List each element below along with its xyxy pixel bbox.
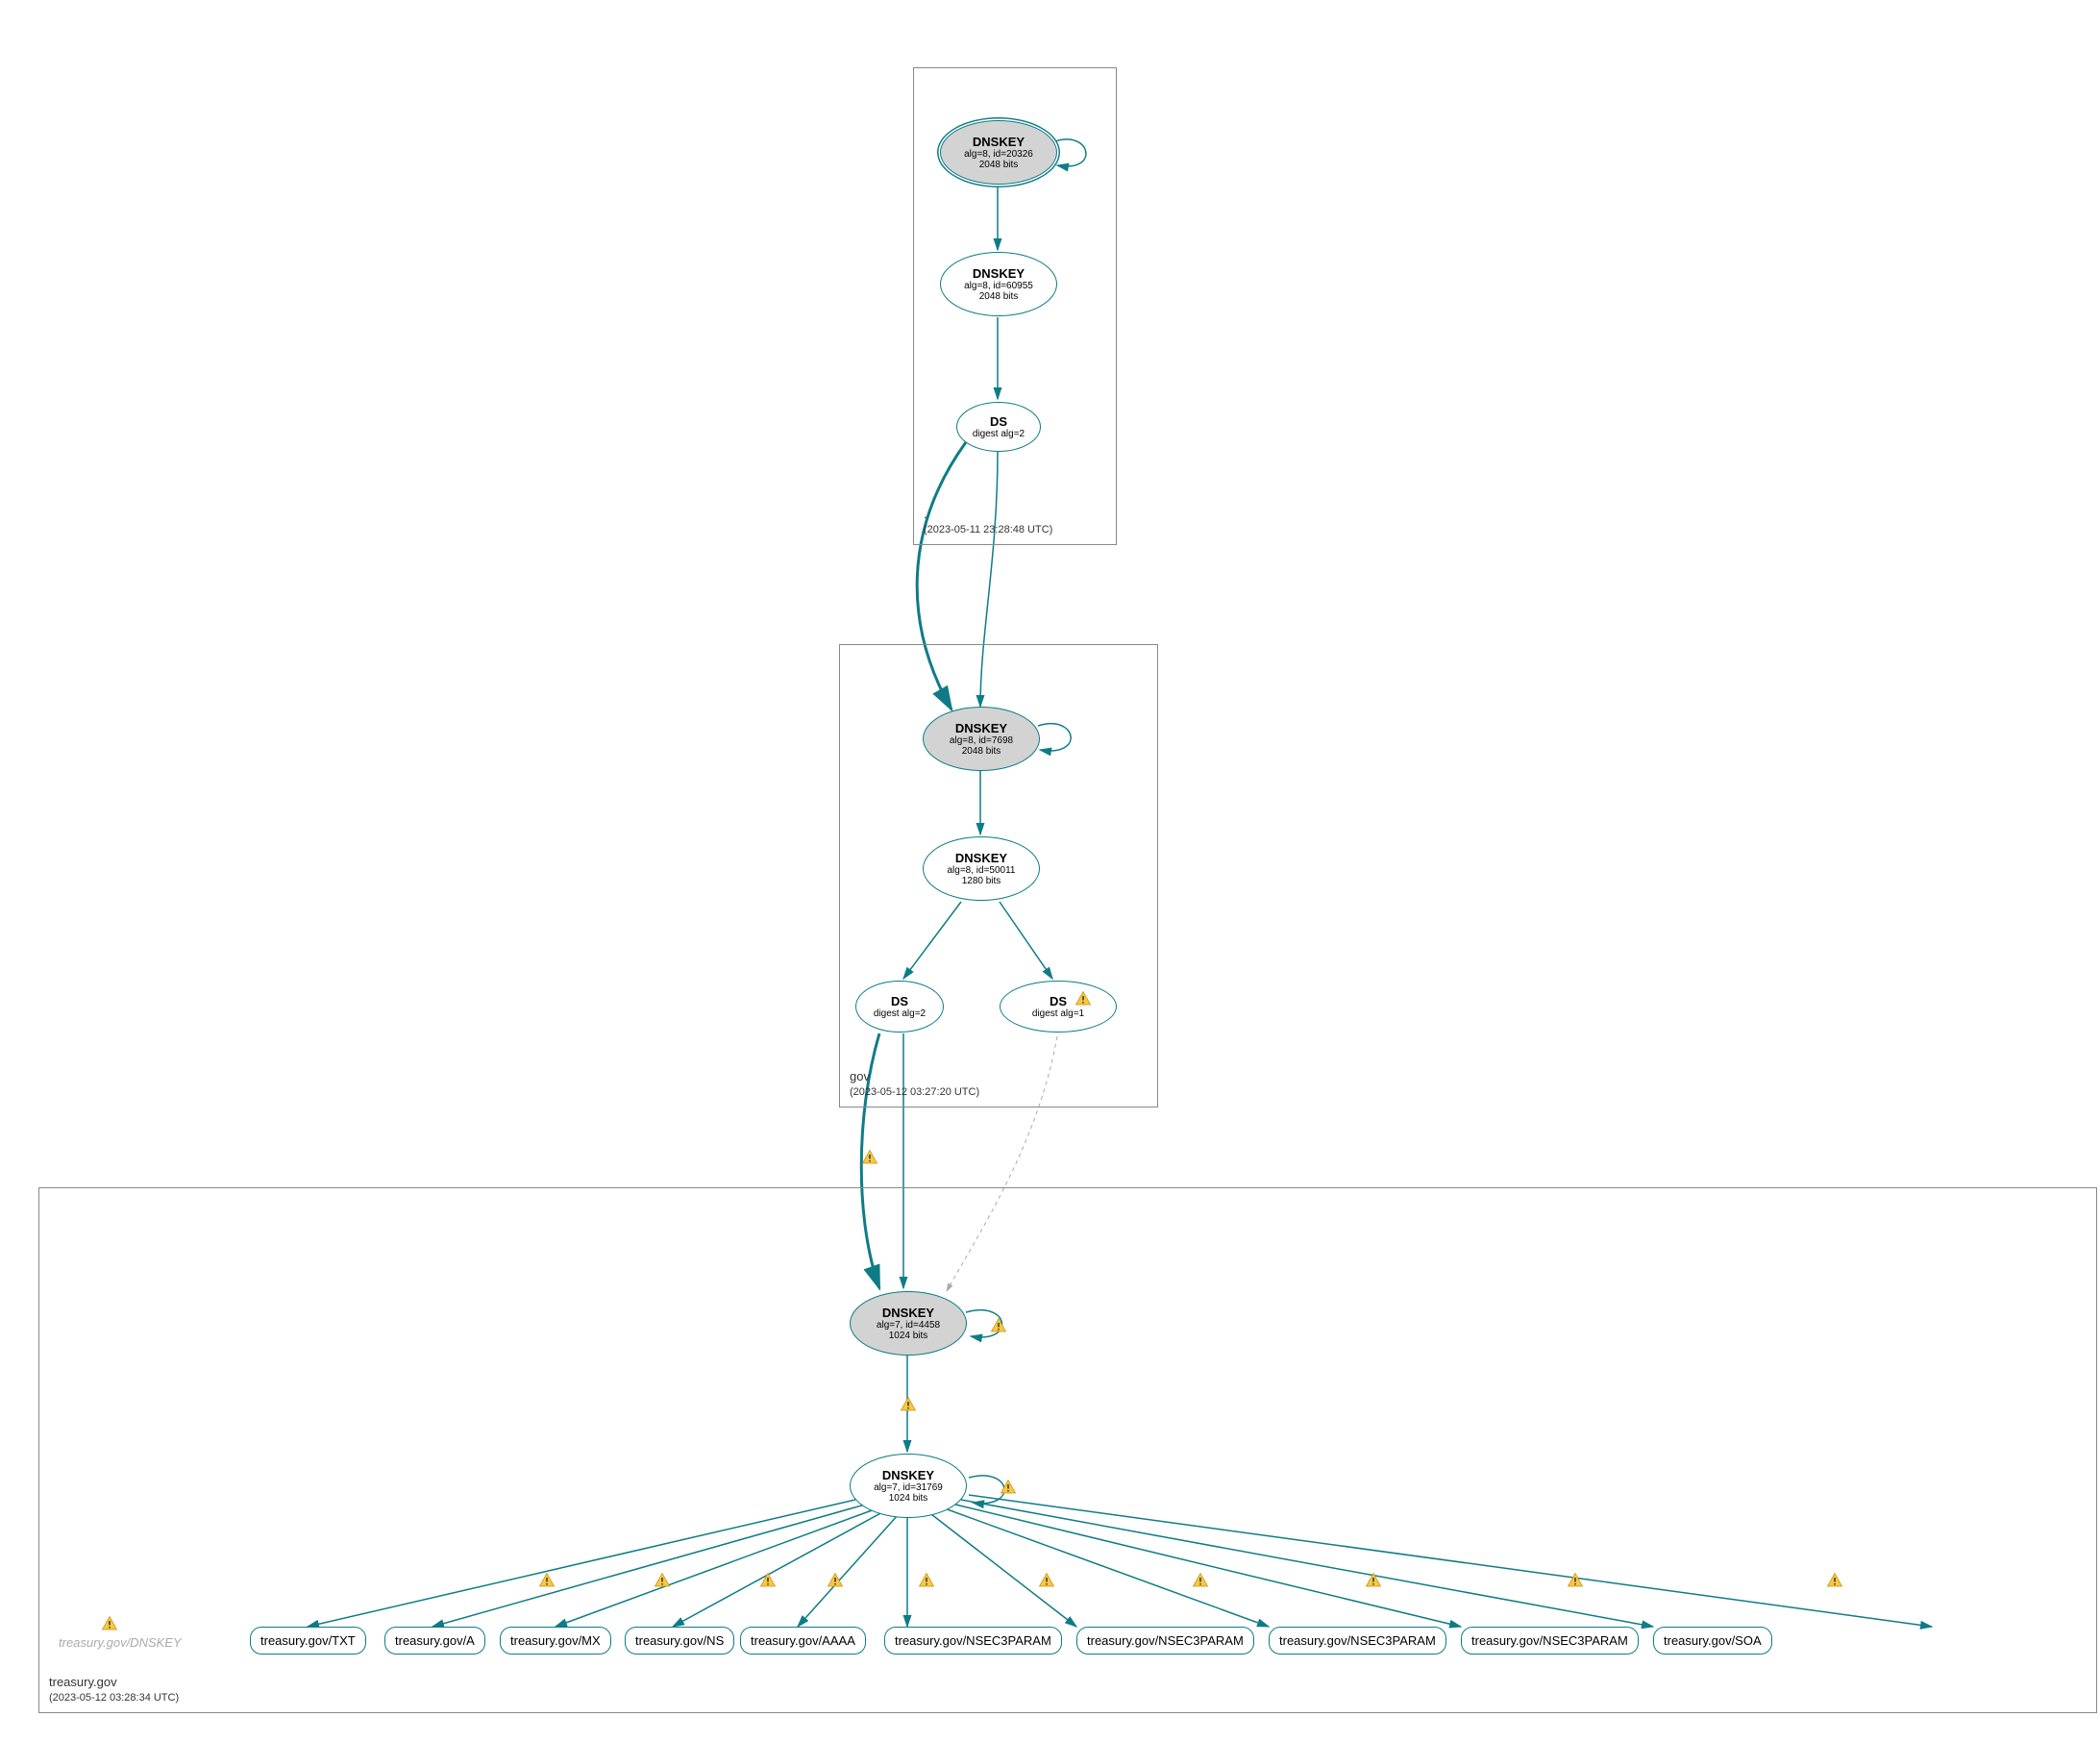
root-zsk-title: DNSKEY xyxy=(973,266,1025,281)
rrset-soa-label: treasury.gov/SOA xyxy=(1664,1633,1762,1648)
gov-ds2-line2: digest alg=1 xyxy=(1032,1008,1084,1019)
zone-root-name: . xyxy=(924,507,1052,523)
warning-icon xyxy=(654,1572,671,1589)
node-gov-zsk[interactable]: DNSKEY alg=8, id=50011 1280 bits xyxy=(923,836,1040,901)
gov-zsk-line3: 1280 bits xyxy=(962,876,1001,886)
rrset-ns-label: treasury.gov/NS xyxy=(635,1633,724,1648)
node-tr-zsk[interactable]: DNSKEY alg=7, id=31769 1024 bits xyxy=(850,1454,967,1518)
root-ksk-title: DNSKEY xyxy=(973,135,1025,149)
zone-gov-time: (2023-05-12 03:27:20 UTC) xyxy=(850,1085,979,1099)
warning-icon xyxy=(990,1317,1007,1334)
rrset-aaaa[interactable]: treasury.gov/AAAA xyxy=(740,1627,866,1655)
node-root-ds[interactable]: DS digest alg=2 xyxy=(956,402,1041,452)
gov-ksk-title: DNSKEY xyxy=(955,721,1007,735)
gov-zsk-line2: alg=8, id=50011 xyxy=(948,865,1016,876)
rrset-n3p3-label: treasury.gov/NSEC3PARAM xyxy=(1279,1633,1436,1648)
warning-icon xyxy=(538,1572,556,1589)
rrset-n3p2-label: treasury.gov/NSEC3PARAM xyxy=(1087,1633,1244,1648)
gov-ds1-line2: digest alg=2 xyxy=(874,1008,926,1019)
node-root-zsk[interactable]: DNSKEY alg=8, id=60955 2048 bits xyxy=(940,252,1057,316)
rrset-ns[interactable]: treasury.gov/NS xyxy=(625,1627,734,1655)
rrset-txt[interactable]: treasury.gov/TXT xyxy=(250,1627,366,1655)
warning-icon xyxy=(101,1615,118,1632)
rrset-n3p2[interactable]: treasury.gov/NSEC3PARAM xyxy=(1076,1627,1254,1655)
rrset-soa[interactable]: treasury.gov/SOA xyxy=(1653,1627,1772,1655)
rrset-mx[interactable]: treasury.gov/MX xyxy=(500,1627,611,1655)
warning-icon xyxy=(900,1396,917,1413)
node-tr-ksk[interactable]: DNSKEY alg=7, id=4458 1024 bits xyxy=(850,1291,967,1356)
warning-icon xyxy=(1192,1572,1209,1589)
rrset-n3p4[interactable]: treasury.gov/NSEC3PARAM xyxy=(1461,1627,1639,1655)
root-ds-title: DS xyxy=(990,414,1007,429)
rrset-a-label: treasury.gov/A xyxy=(395,1633,475,1648)
warning-icon xyxy=(1075,990,1092,1008)
rrset-n3p3[interactable]: treasury.gov/NSEC3PARAM xyxy=(1269,1627,1446,1655)
node-root-ksk[interactable]: DNSKEY alg=8, id=20326 2048 bits xyxy=(940,120,1057,185)
warning-icon xyxy=(759,1572,777,1589)
faded-dnskey-label: treasury.gov/DNSKEY xyxy=(59,1635,182,1652)
tr-ksk-title: DNSKEY xyxy=(882,1306,934,1320)
tr-zsk-line3: 1024 bits xyxy=(889,1493,928,1504)
warning-icon xyxy=(827,1572,844,1589)
node-gov-ds1[interactable]: DS digest alg=2 xyxy=(855,981,944,1033)
zone-treasury-time: (2023-05-12 03:28:34 UTC) xyxy=(49,1691,179,1705)
gov-ksk-line3: 2048 bits xyxy=(962,746,1001,757)
diagram-canvas: . (2023-05-11 23:28:48 UTC) gov (2023-05… xyxy=(19,19,2100,1723)
warning-icon xyxy=(1000,1479,1017,1496)
rrset-n3p4-label: treasury.gov/NSEC3PARAM xyxy=(1471,1633,1628,1648)
tr-zsk-line2: alg=7, id=31769 xyxy=(874,1482,943,1493)
rrset-n3p1[interactable]: treasury.gov/NSEC3PARAM xyxy=(884,1627,1062,1655)
tr-ksk-line3: 1024 bits xyxy=(889,1331,928,1341)
root-ksk-line2: alg=8, id=20326 xyxy=(964,149,1033,160)
warning-icon xyxy=(1365,1572,1382,1589)
warning-icon xyxy=(861,1149,878,1166)
rrset-mx-label: treasury.gov/MX xyxy=(510,1633,601,1648)
gov-ds2-title: DS xyxy=(1050,994,1067,1008)
tr-zsk-title: DNSKEY xyxy=(882,1468,934,1482)
root-ksk-line3: 2048 bits xyxy=(979,160,1019,170)
rrset-a[interactable]: treasury.gov/A xyxy=(384,1627,485,1655)
warning-icon xyxy=(1038,1572,1055,1589)
root-zsk-line3: 2048 bits xyxy=(979,291,1019,302)
root-zsk-line2: alg=8, id=60955 xyxy=(964,281,1033,291)
warning-icon xyxy=(1567,1572,1584,1589)
zone-root-time: (2023-05-11 23:28:48 UTC) xyxy=(924,523,1052,536)
node-gov-ds2[interactable]: DS digest alg=1 xyxy=(1000,981,1117,1033)
rrset-n3p1-label: treasury.gov/NSEC3PARAM xyxy=(895,1633,1051,1648)
zone-gov-name: gov xyxy=(850,1069,979,1085)
zone-treasury-name: treasury.gov xyxy=(49,1675,179,1691)
gov-zsk-title: DNSKEY xyxy=(955,851,1007,865)
warning-icon xyxy=(1826,1572,1843,1589)
root-ds-line2: digest alg=2 xyxy=(973,429,1025,439)
gov-ds1-title: DS xyxy=(891,994,908,1008)
gov-ksk-line2: alg=8, id=7698 xyxy=(950,735,1013,746)
rrset-txt-label: treasury.gov/TXT xyxy=(260,1633,356,1648)
node-gov-ksk[interactable]: DNSKEY alg=8, id=7698 2048 bits xyxy=(923,707,1040,771)
warning-icon xyxy=(918,1572,935,1589)
tr-ksk-line2: alg=7, id=4458 xyxy=(877,1320,940,1331)
rrset-aaaa-label: treasury.gov/AAAA xyxy=(751,1633,855,1648)
